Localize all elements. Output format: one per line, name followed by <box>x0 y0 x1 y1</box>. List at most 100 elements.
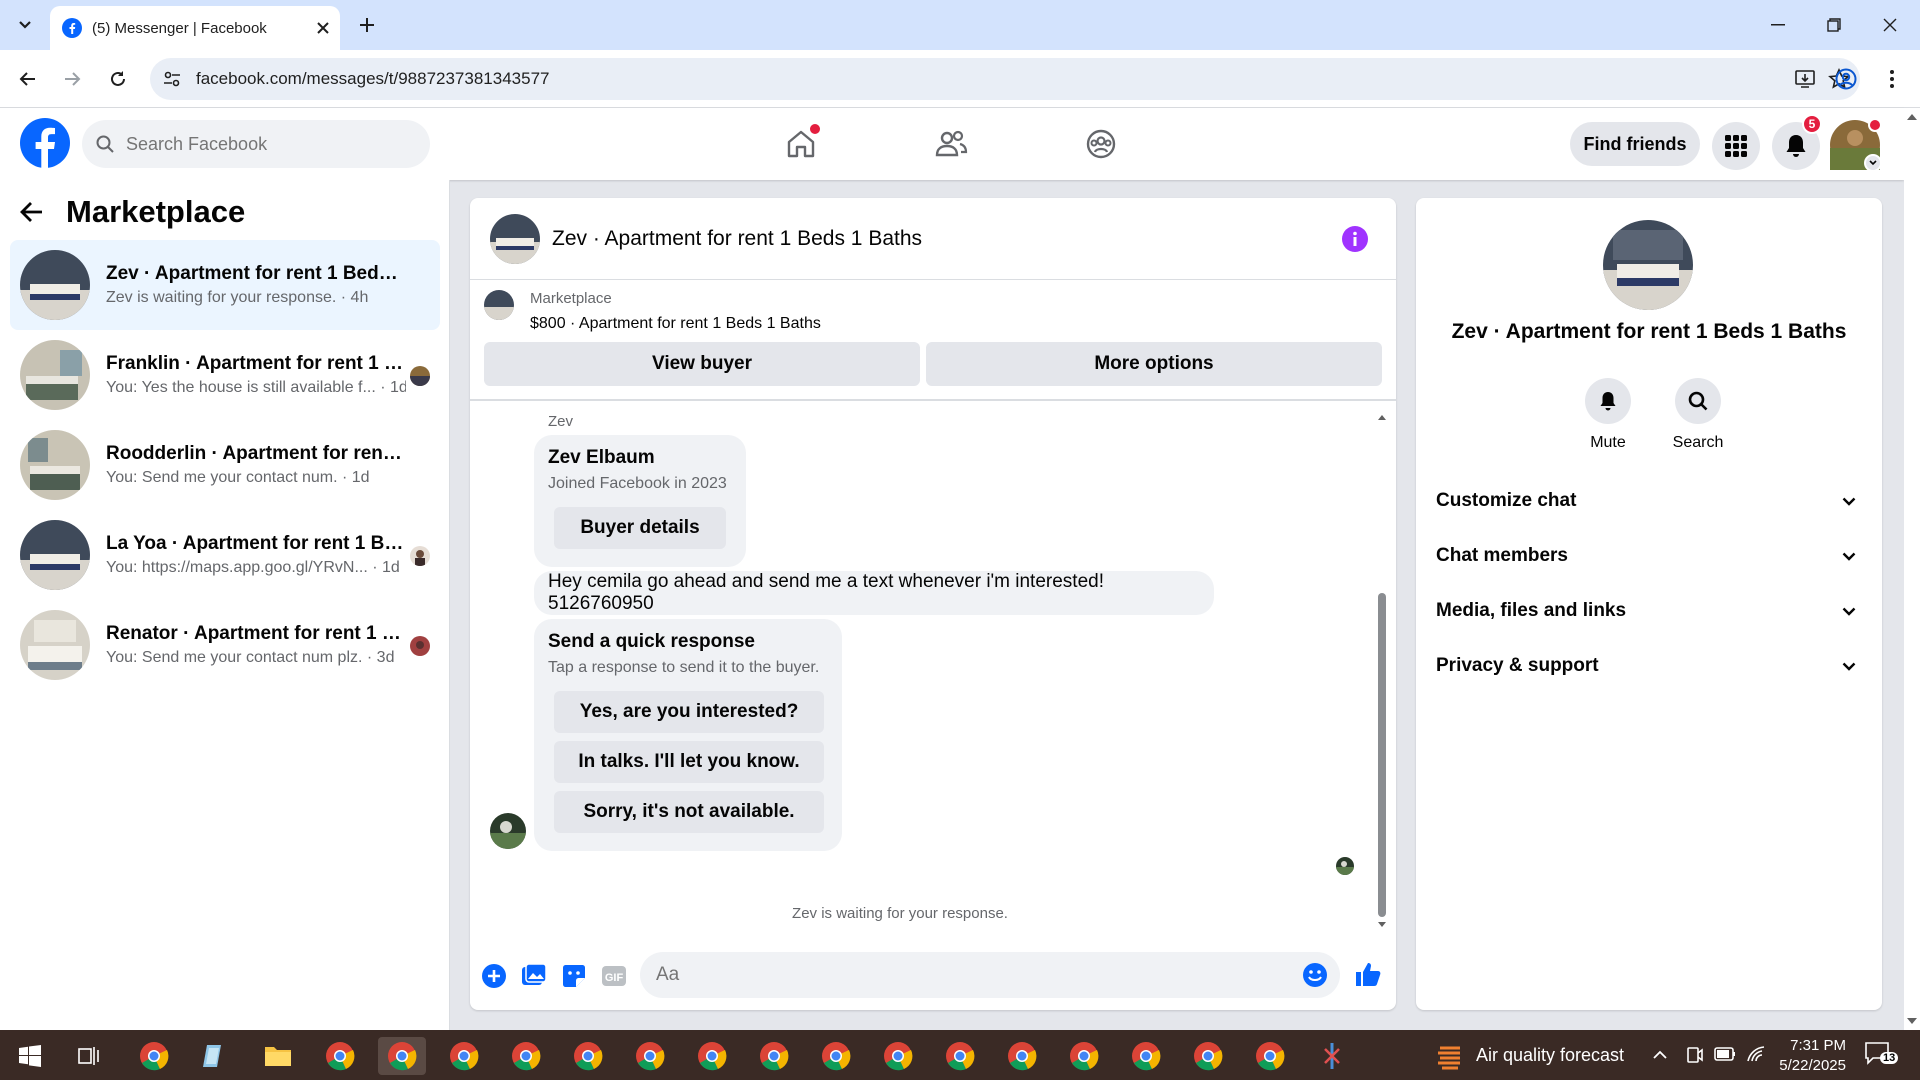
details-avatar[interactable] <box>1603 220 1693 310</box>
facebook-search-input[interactable] <box>126 133 406 155</box>
media-files-links-section[interactable]: Media, files and links <box>1436 586 1856 636</box>
chrome-taskbar-icon[interactable] <box>130 1037 178 1075</box>
details-title: Zev · Apartment for rent 1 Beds 1 Baths <box>1451 320 1847 343</box>
chrome-taskbar-icon[interactable] <box>316 1037 364 1075</box>
sticker-icon[interactable] <box>560 962 588 990</box>
conversation-item[interactable]: Roodderlin · Apartment for rent 1 ... You… <box>10 420 440 510</box>
chrome-taskbar-icon[interactable] <box>750 1037 798 1075</box>
close-window-button[interactable] <box>1870 8 1910 42</box>
close-tab-icon[interactable] <box>316 21 330 35</box>
quick-response-option[interactable]: Sorry, it's not available. <box>554 791 824 833</box>
address-bar[interactable]: facebook.com/messages/t/9887237381343577 <box>150 58 1860 100</box>
chat-members-section[interactable]: Chat members <box>1436 531 1856 581</box>
chrome-taskbar-icon[interactable] <box>812 1037 860 1075</box>
plus-circle-icon[interactable] <box>480 962 508 990</box>
wifi-icon[interactable] <box>1746 1045 1766 1063</box>
notifications-button[interactable]: 5 <box>1772 114 1822 170</box>
back-button[interactable] <box>12 63 44 95</box>
page-scrollbar[interactable] <box>1904 108 1920 1030</box>
chat-listing-avatar[interactable] <box>490 213 540 264</box>
browser-menu-button[interactable] <box>1876 63 1908 95</box>
facebook-logo-icon[interactable] <box>20 118 70 168</box>
notification-center-button[interactable]: 13 <box>1864 1040 1899 1070</box>
listing-thumbnail <box>20 430 90 500</box>
conversation-item[interactable]: La Yoa · Apartment for rent 1 Be... You: … <box>10 510 440 600</box>
page-scrollbar-track[interactable] <box>1904 108 1920 1030</box>
marketplace-title: Marketplace <box>66 194 246 229</box>
forward-button[interactable] <box>56 63 88 95</box>
chrome-taskbar-icon[interactable] <box>688 1037 736 1075</box>
weather-icon[interactable] <box>1436 1042 1464 1070</box>
chrome-taskbar-icon[interactable] <box>998 1037 1046 1075</box>
message-scrollbar[interactable] <box>1376 411 1388 931</box>
grid-menu-icon <box>1725 135 1747 157</box>
emoji-icon[interactable] <box>1302 962 1328 988</box>
info-icon[interactable] <box>1342 226 1368 252</box>
file-explorer-taskbar-icon[interactable] <box>254 1037 302 1075</box>
minimize-button[interactable] <box>1758 8 1798 42</box>
section-label: Privacy & support <box>1436 655 1599 676</box>
task-view-button[interactable] <box>66 1037 114 1075</box>
photo-icon[interactable] <box>520 962 548 990</box>
browser-tab[interactable]: (5) Messenger | Facebook <box>50 6 340 50</box>
chrome-taskbar-icon[interactable] <box>378 1037 426 1075</box>
profile-button[interactable] <box>1830 63 1862 95</box>
app-taskbar-icon[interactable] <box>1308 1037 1356 1075</box>
conversation-item[interactable]: Renator · Apartment for rent 1 B... You: … <box>10 600 440 690</box>
meet-icon[interactable] <box>1686 1045 1704 1065</box>
chat-title[interactable]: Zev · Apartment for rent 1 Beds 1 Baths <box>552 227 922 251</box>
gif-icon[interactable]: GIF <box>600 962 628 990</box>
install-app-icon[interactable] <box>1794 68 1816 90</box>
sender-avatar[interactable] <box>490 813 526 849</box>
view-buyer-button[interactable]: View buyer <box>484 342 920 386</box>
new-tab-button[interactable] <box>352 10 382 40</box>
scrollbar-track[interactable] <box>1376 411 1388 931</box>
thumbs-up-icon[interactable] <box>1354 960 1382 988</box>
message-input[interactable] <box>656 964 1276 986</box>
quick-response-option[interactable]: In talks. I'll let you know. <box>554 741 824 783</box>
privacy-support-section[interactable]: Privacy & support <box>1436 641 1856 691</box>
chrome-taskbar-icon[interactable] <box>1184 1037 1232 1075</box>
chrome-taskbar-icon[interactable] <box>874 1037 922 1075</box>
home-nav-button[interactable] <box>776 120 826 168</box>
clock[interactable]: 7:31 PM 5/22/2025 <box>1776 1036 1846 1076</box>
groups-nav-button[interactable] <box>1076 120 1126 168</box>
start-button[interactable] <box>6 1037 54 1075</box>
friends-nav-button[interactable] <box>926 120 976 168</box>
restore-button[interactable] <box>1814 8 1854 42</box>
restore-icon <box>1827 18 1841 32</box>
more-options-button[interactable]: More options <box>926 342 1382 386</box>
site-info-icon[interactable] <box>162 69 182 89</box>
chrome-taskbar-icon[interactable] <box>1122 1037 1170 1075</box>
account-dropdown[interactable] <box>1864 154 1882 172</box>
chrome-taskbar-icon[interactable] <box>936 1037 984 1075</box>
mute-button[interactable]: Mute <box>1568 378 1648 452</box>
chrome-taskbar-icon[interactable] <box>626 1037 674 1075</box>
listing-summary[interactable]: Marketplace $800 · Apartment for rent 1 … <box>484 290 821 333</box>
weather-text[interactable]: Air quality forecast <box>1476 1045 1624 1066</box>
menu-button[interactable] <box>1712 122 1760 170</box>
account-avatar-button[interactable] <box>1830 118 1882 172</box>
customize-chat-section[interactable]: Customize chat <box>1436 476 1856 526</box>
message-input-box[interactable] <box>640 952 1340 998</box>
battery-icon[interactable] <box>1714 1047 1736 1061</box>
chevron-up-icon[interactable] <box>1652 1048 1668 1060</box>
quick-response-option[interactable]: Yes, are you interested? <box>554 691 824 733</box>
tab-search-button[interactable] <box>8 10 42 40</box>
conversation-item[interactable]: Franklin · Apartment for rent 1 B... You:… <box>10 330 440 420</box>
conversation-item[interactable]: Zev · Apartment for rent 1 Beds 1 B... Ze… <box>10 240 440 330</box>
search-conversation-button[interactable]: Search <box>1658 378 1738 452</box>
reload-button[interactable] <box>102 63 134 95</box>
facebook-search-box[interactable] <box>82 120 430 168</box>
chrome-taskbar-icon[interactable] <box>440 1037 488 1075</box>
conversation-name: Franklin · Apartment for rent 1 B... <box>106 353 406 374</box>
back-arrow-icon[interactable] <box>20 201 44 223</box>
find-friends-button[interactable]: Find friends <box>1570 122 1700 166</box>
chrome-taskbar-icon[interactable] <box>1060 1037 1108 1075</box>
chrome-taskbar-icon[interactable] <box>564 1037 612 1075</box>
url-text[interactable]: facebook.com/messages/t/9887237381343577 <box>196 69 549 89</box>
app-taskbar-icon[interactable] <box>190 1037 238 1075</box>
buyer-details-button[interactable]: Buyer details <box>554 507 726 549</box>
chrome-taskbar-icon[interactable] <box>1246 1037 1294 1075</box>
chrome-taskbar-icon[interactable] <box>502 1037 550 1075</box>
